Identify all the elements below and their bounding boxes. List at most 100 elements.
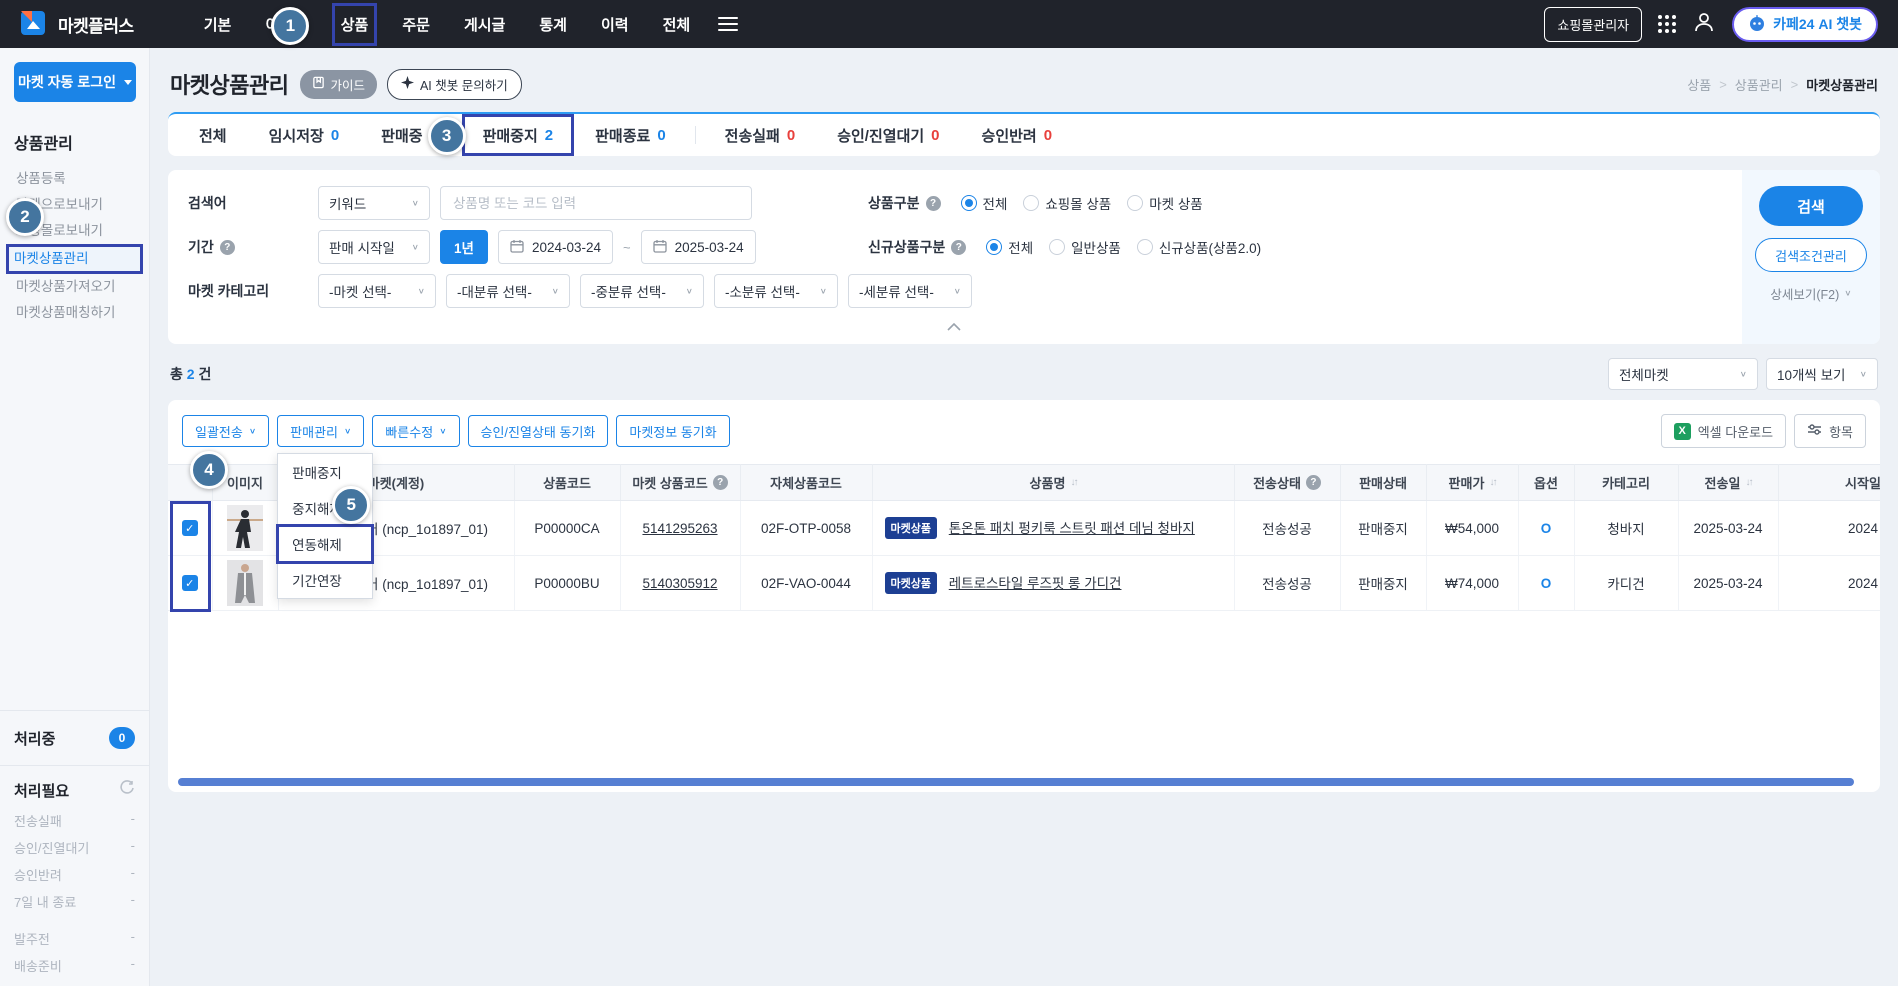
help-icon[interactable]: ? — [1306, 475, 1321, 490]
category-small-select[interactable]: -소분류 선택-∨ — [714, 274, 838, 308]
product-name-link[interactable]: 톤온톤 패치 펑키룩 스트릿 패션 데님 청바지 — [949, 521, 1195, 536]
processing-row[interactable]: 처리중 0 — [14, 711, 135, 765]
col-send-date[interactable]: 전송일↓↑ — [1678, 465, 1778, 501]
app-grid-icon[interactable] — [1658, 15, 1676, 33]
approval-sync-button[interactable]: 승인/진열상태 동기화 — [468, 415, 609, 447]
quick-edit-button[interactable]: 빠른수정∨ — [372, 415, 459, 447]
breadcrumb-product-manage[interactable]: 상품관리 — [1735, 75, 1783, 94]
new-product-all-radio[interactable]: 전체 — [986, 237, 1033, 257]
todo-item-expire-7days[interactable]: 7일 내 종료- — [14, 888, 135, 915]
product-name-link[interactable]: 레트로스타일 루즈핏 롱 가디건 — [949, 576, 1122, 591]
todo-item-approve-reject[interactable]: 승인반려- — [14, 861, 135, 888]
option-link[interactable]: O — [1541, 576, 1552, 591]
date-from-input[interactable]: 2024-03-24 — [498, 230, 613, 264]
period-1year-button[interactable]: 1년 — [440, 230, 488, 264]
nav-item-board[interactable]: 게시글 — [454, 2, 515, 47]
col-own-code[interactable]: 자체상품코드 — [740, 465, 872, 501]
col-price[interactable]: 판매가↓↑ — [1426, 465, 1518, 501]
todo-item-approve-wait[interactable]: 승인/진열대기- — [14, 834, 135, 861]
refresh-icon[interactable] — [119, 780, 135, 801]
col-sale-status[interactable]: 판매상태 — [1340, 465, 1426, 501]
help-icon[interactable]: ? — [951, 240, 966, 255]
sale-manage-button[interactable]: 판매관리∨ — [277, 415, 364, 447]
nav-item-product[interactable]: 상품 — [331, 2, 379, 47]
tab-sale-stopped[interactable]: 판매중지2 — [462, 114, 575, 156]
tab-draft[interactable]: 임시저장0 — [248, 114, 361, 156]
bulk-send-button[interactable]: 일괄전송∨ — [182, 415, 269, 447]
col-product-name[interactable]: 상품명↓↑ — [872, 465, 1234, 501]
keyword-type-select[interactable]: 키워드∨ — [318, 186, 430, 220]
breadcrumb-product[interactable]: 상품 — [1687, 75, 1711, 94]
sidebar-item-market-product-import[interactable]: 마켓상품가져오기 — [14, 274, 135, 300]
todo-item-send-fail[interactable]: 전송실패- — [14, 807, 135, 834]
sidebar-item-market-product-manage[interactable]: 마켓상품관리 — [8, 246, 141, 272]
col-send-status[interactable]: 전송상태? — [1234, 465, 1340, 501]
col-option[interactable]: 옵션 — [1518, 465, 1574, 501]
detail-view-link[interactable]: 상세보기(F2) ∨ — [1770, 284, 1851, 303]
help-icon[interactable]: ? — [713, 475, 728, 490]
todo-item-ship-ready[interactable]: 배송준비- — [14, 952, 135, 979]
dropdown-item-period-extend[interactable]: 기간연장 — [278, 562, 372, 598]
nav-item-all[interactable]: 전체 — [653, 2, 701, 47]
col-product-code[interactable]: 상품코드 — [514, 465, 620, 501]
todo-item-before-order[interactable]: 발주전- — [14, 925, 135, 952]
new-product-v2-radio[interactable]: 신규상품(상품2.0) — [1137, 237, 1261, 257]
row-checkbox-checked[interactable]: ✓ — [182, 575, 198, 591]
excel-download-button[interactable]: X 엑셀 다운로드 — [1661, 414, 1786, 448]
product-type-all-radio[interactable]: 전체 — [961, 193, 1008, 213]
cafe24-ai-chatbot-button[interactable]: 카페24 AI 챗봇 — [1732, 7, 1878, 42]
tab-approve-wait[interactable]: 승인/진열대기0 — [816, 114, 960, 156]
help-icon[interactable]: ? — [220, 240, 235, 255]
filter-collapse-button[interactable] — [947, 320, 961, 334]
product-type-market-radio[interactable]: 마켓 상품 — [1127, 193, 1202, 213]
guide-button[interactable]: 가이드 — [300, 70, 377, 99]
nav-item-order[interactable]: 주문 — [392, 2, 440, 47]
tab-sale-ended[interactable]: 판매종료0 — [574, 114, 687, 156]
help-icon[interactable]: ? — [926, 196, 941, 211]
market-code-link[interactable]: 5140305912 — [642, 576, 717, 591]
tab-on-sale[interactable]: 판매중 3 — [360, 114, 443, 156]
nav-item-stats[interactable]: 통계 — [529, 2, 577, 47]
search-button[interactable]: 검색 — [1759, 186, 1863, 226]
col-start-date[interactable]: 시작일 — [1778, 465, 1880, 501]
mall-admin-button[interactable]: 쇼핑몰관리자 — [1544, 7, 1642, 42]
tab-approve-reject[interactable]: 승인반려0 — [961, 114, 1074, 156]
search-condition-manage-button[interactable]: 검색조건관리 — [1755, 238, 1867, 272]
keyword-input[interactable] — [440, 186, 752, 220]
date-to-input[interactable]: 2025-03-24 — [641, 230, 756, 264]
hamburger-menu-icon[interactable] — [718, 17, 738, 31]
market-code-link[interactable]: 5141295263 — [642, 521, 717, 536]
new-product-normal-radio[interactable]: 일반상품 — [1049, 237, 1121, 257]
todo-item-cancel-request[interactable]: 취소요청- — [14, 979, 135, 986]
dropdown-item-unlink[interactable]: 연동해제 — [278, 526, 372, 562]
category-detail-select[interactable]: -세분류 선택-∨ — [848, 274, 972, 308]
tab-all[interactable]: 전체 — [178, 114, 248, 156]
product-image[interactable] — [227, 505, 263, 551]
category-large-select[interactable]: -대분류 선택-∨ — [446, 274, 570, 308]
horizontal-scrollbar[interactable] — [178, 778, 1854, 786]
user-icon[interactable] — [1692, 10, 1716, 39]
page-size-select[interactable]: 10개씩 보기∨ — [1766, 358, 1878, 390]
nav-item-basic[interactable]: 기본 — [194, 2, 242, 47]
sidebar-item-product-register[interactable]: 상품등록 — [14, 166, 135, 192]
nav-item-event[interactable]: 이벤트 1 — [255, 2, 316, 47]
sort-icon[interactable]: ↓↑ — [1489, 477, 1495, 488]
category-market-select[interactable]: -마켓 선택-∨ — [318, 274, 436, 308]
brand[interactable]: 마켓플러스 — [20, 8, 134, 41]
market-info-sync-button[interactable]: 마켓정보 동기화 — [616, 415, 729, 447]
product-type-mall-radio[interactable]: 쇼핑몰 상품 — [1023, 193, 1111, 213]
period-type-select[interactable]: 판매 시작일∨ — [318, 230, 430, 264]
nav-item-history[interactable]: 이력 — [591, 2, 639, 47]
col-category[interactable]: 카테고리 — [1574, 465, 1678, 501]
market-auto-login-button[interactable]: 마켓 자동 로그인 — [14, 62, 136, 102]
tab-send-fail[interactable]: 전송실패0 — [704, 114, 817, 156]
dropdown-item-sale-stop[interactable]: 판매중지 — [278, 454, 372, 490]
columns-button[interactable]: 항목 — [1794, 414, 1866, 448]
option-link[interactable]: O — [1541, 521, 1552, 536]
row-checkbox-checked[interactable]: ✓ — [182, 520, 198, 536]
product-image[interactable] — [227, 560, 263, 606]
ai-chatbot-inquiry-button[interactable]: AI 챗봇 문의하기 — [387, 69, 522, 100]
sort-icon[interactable]: ↓↑ — [1745, 477, 1751, 488]
col-market-product-code[interactable]: 마켓 상품코드? — [620, 465, 740, 501]
category-middle-select[interactable]: -중분류 선택-∨ — [580, 274, 704, 308]
